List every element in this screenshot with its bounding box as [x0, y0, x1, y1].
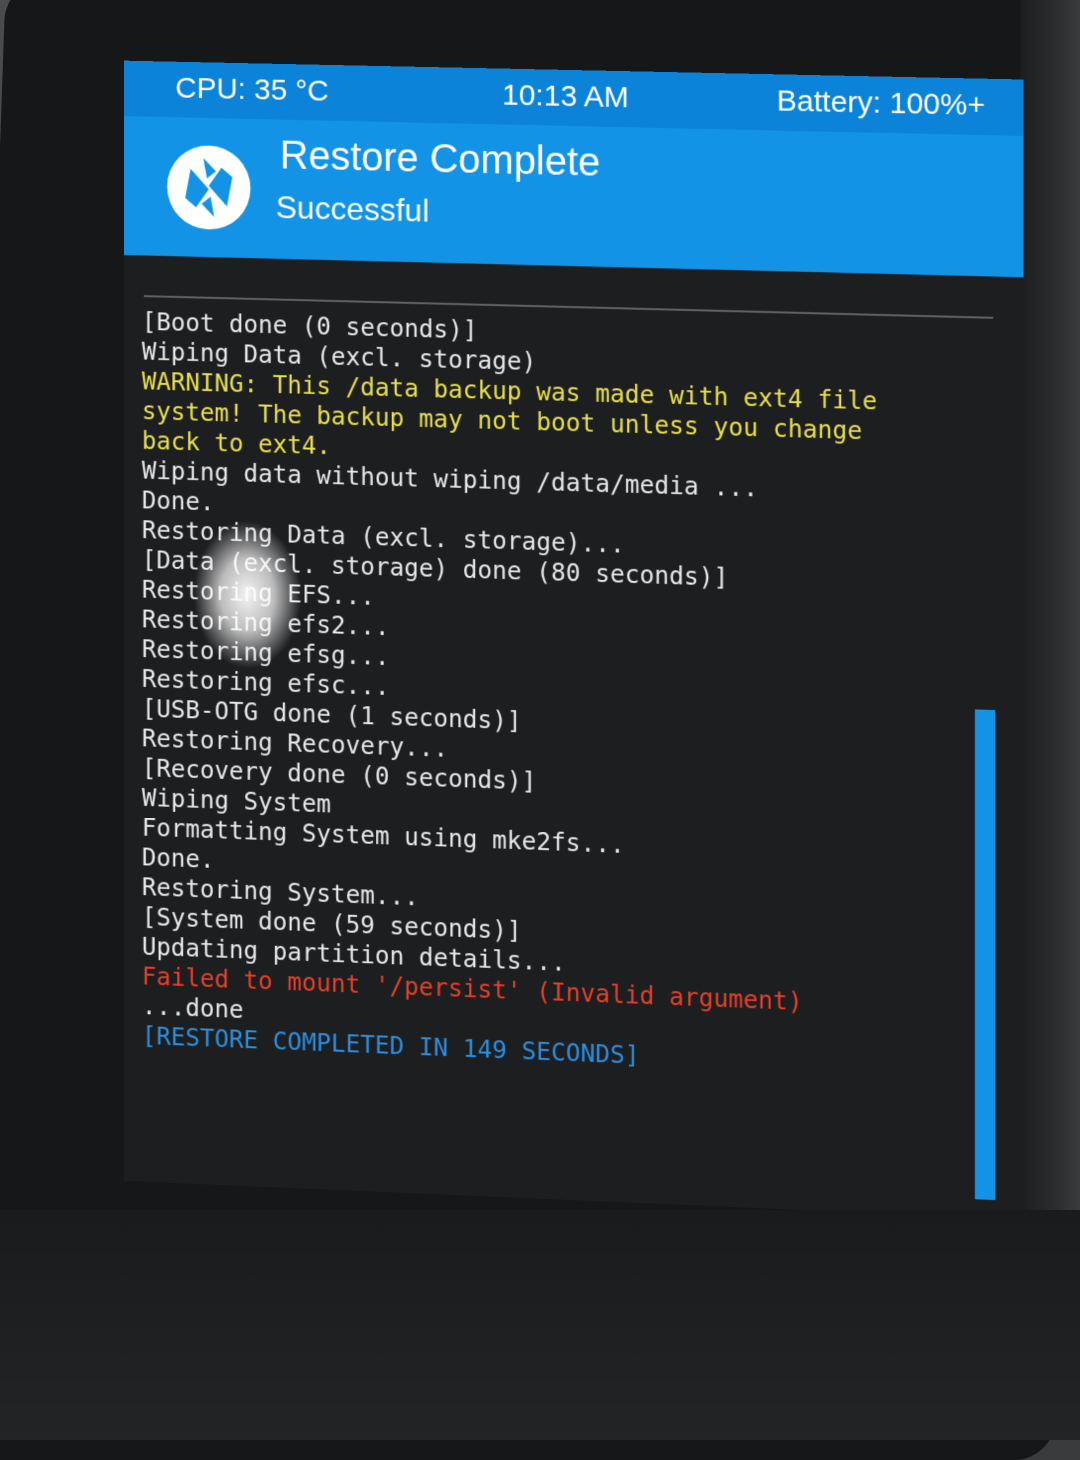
twrp-logo-icon	[167, 144, 251, 231]
clock: 10:13 AM	[502, 78, 629, 115]
scrollbar[interactable]	[974, 709, 996, 1201]
log-text: [Boot done (0 seconds)] Wiping Data (excl…	[142, 307, 981, 1085]
header: Restore Complete Successful	[124, 116, 1024, 278]
recovery-screen: CPU: 35 °C 10:13 AM Battery: 100%+ Resto…	[124, 60, 1024, 1220]
console-output: [Boot done (0 seconds)] Wiping Data (excl…	[124, 254, 1024, 1220]
phone-bottom-bezel	[0, 1210, 1080, 1440]
cpu-temperature: CPU: 35 °C	[175, 71, 329, 108]
battery-status: Battery: 100%+	[776, 84, 986, 123]
page-subtitle: Successful	[275, 189, 430, 229]
page-title: Restore Complete	[279, 133, 601, 185]
